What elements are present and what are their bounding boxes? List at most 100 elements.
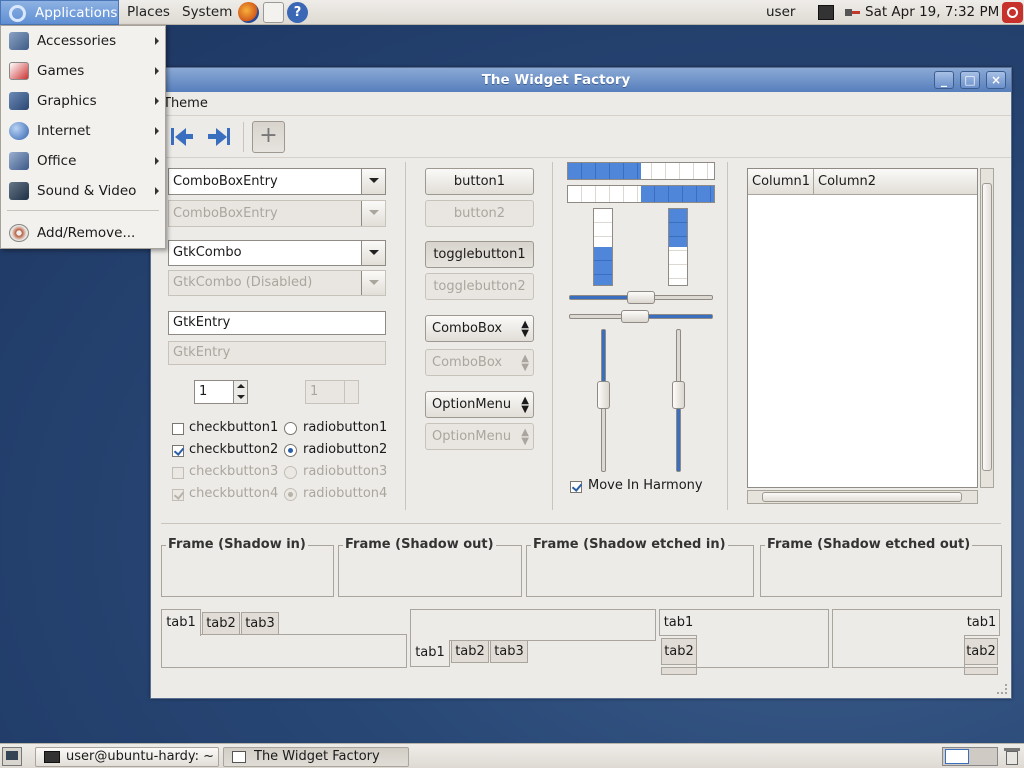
- notebook-bottom-tab1[interactable]: tab1: [410, 640, 450, 667]
- gtk-combo-disabled-text: GtkCombo (Disabled): [173, 275, 313, 290]
- applications-menu[interactable]: Applications: [0, 0, 119, 25]
- menu-item-accessories[interactable]: Accessories: [1, 26, 165, 56]
- gtk-entry[interactable]: GtkEntry: [168, 311, 386, 335]
- spin-button-disabled: 1: [305, 380, 359, 404]
- system-label: System: [182, 4, 233, 20]
- updown-arrows-icon: ▲ ▼: [521, 319, 529, 339]
- progressbar-h2-fill: [641, 186, 714, 202]
- workspace-1[interactable]: [945, 749, 969, 764]
- go-first-icon[interactable]: [169, 126, 195, 148]
- combobox-label: ComboBox: [432, 321, 503, 336]
- mail-icon[interactable]: [263, 2, 284, 23]
- menu-item-internet[interactable]: Internet: [1, 116, 165, 146]
- progressbar-v2: [668, 208, 688, 286]
- show-desktop-icon[interactable]: [2, 747, 22, 766]
- notebook-right-tab2[interactable]: tab2: [964, 638, 998, 665]
- notebook-bottom-tab2[interactable]: tab2: [451, 640, 489, 663]
- vscale-1-slider[interactable]: [597, 380, 610, 409]
- button1[interactable]: button1: [425, 168, 534, 195]
- menu-item-office[interactable]: Office: [1, 146, 165, 176]
- resize-grip-icon[interactable]: [997, 684, 1007, 694]
- task-widget-factory[interactable]: The Widget Factory: [223, 747, 409, 767]
- chevron-right-icon: [155, 157, 159, 165]
- menu-separator: [7, 210, 159, 211]
- places-menu[interactable]: Places: [119, 0, 178, 25]
- chevron-down-icon[interactable]: [361, 241, 385, 265]
- tree-vscrollbar[interactable]: [980, 168, 994, 488]
- maximize-button[interactable]: □: [960, 71, 980, 89]
- workspace-switcher[interactable]: [942, 747, 998, 766]
- frame-shadow-out: Frame (Shadow out): [338, 537, 522, 597]
- notebook-left: [696, 609, 829, 668]
- checkbutton1[interactable]: [172, 423, 184, 435]
- system-menu[interactable]: System: [174, 0, 240, 25]
- notebook-top-tab1[interactable]: tab1: [161, 609, 201, 636]
- optionmenu[interactable]: OptionMenu ▲ ▼: [425, 391, 534, 418]
- network-icon[interactable]: [818, 5, 834, 20]
- notebook-top-tab2[interactable]: tab2: [202, 612, 240, 635]
- togglebutton1[interactable]: togglebutton1: [425, 241, 534, 268]
- hscale-1-slider[interactable]: [627, 291, 655, 304]
- spin-arrows-icon[interactable]: [233, 381, 247, 403]
- progressbar-h1: [567, 162, 715, 180]
- move-in-harmony-checkbox[interactable]: [570, 481, 582, 493]
- notebook-bottom-tab3[interactable]: tab3: [490, 640, 528, 663]
- column-separator: [405, 162, 406, 510]
- gtk-combo[interactable]: GtkCombo: [168, 240, 386, 266]
- window-icon: [232, 751, 246, 763]
- go-last-icon[interactable]: [206, 126, 232, 148]
- spin-arrows-icon: [344, 381, 358, 403]
- chevron-down-icon[interactable]: [361, 169, 385, 194]
- user-label[interactable]: user: [766, 4, 795, 20]
- radiobutton1[interactable]: [284, 422, 297, 435]
- notebook-right-tab1[interactable]: tab1: [964, 609, 1000, 636]
- optionmenu-label: OptionMenu: [432, 397, 512, 412]
- notebook-left-tab3[interactable]: [661, 667, 697, 675]
- task-terminal[interactable]: user@ubuntu-hardy: ~: [35, 747, 219, 767]
- checkbutton3: [172, 467, 184, 479]
- minimize-button[interactable]: _: [934, 71, 954, 89]
- tree-view[interactable]: Column1 Column2: [747, 168, 978, 488]
- menu-item-add-remove[interactable]: Add/Remove...: [1, 218, 165, 248]
- combobox-entry[interactable]: ComboBoxEntry: [168, 168, 386, 195]
- volume-muted-icon[interactable]: [843, 5, 861, 20]
- chevron-down-icon: [361, 271, 385, 295]
- hscale-2-slider[interactable]: [621, 310, 650, 323]
- bottom-panel: user@ubuntu-hardy: ~ The Widget Factory: [0, 743, 1024, 768]
- notebook-right-tab3[interactable]: [964, 667, 998, 675]
- vscale-2-slider[interactable]: [672, 380, 685, 409]
- radiobutton2[interactable]: [284, 444, 297, 457]
- notebook-top-tab3[interactable]: tab3: [241, 612, 279, 635]
- notebook-top: [161, 634, 407, 668]
- clock[interactable]: Sat Apr 19, 7:32 PM: [865, 4, 999, 20]
- spin-button-value: 1: [199, 384, 208, 399]
- notebook-left-tab2[interactable]: tab2: [661, 638, 697, 665]
- menu-item-games[interactable]: Games: [1, 56, 165, 86]
- firefox-icon[interactable]: [238, 2, 259, 23]
- tree-column1-header[interactable]: Column1: [748, 169, 814, 194]
- spin-button[interactable]: 1: [194, 380, 248, 404]
- menu-item-sound-video[interactable]: Sound & Video: [1, 176, 165, 206]
- add-icon[interactable]: +: [252, 121, 285, 153]
- menu-item-graphics[interactable]: Graphics: [1, 86, 165, 116]
- frame-shadow-etched-in-label: Frame (Shadow etched in): [531, 537, 728, 552]
- frame-shadow-out-label: Frame (Shadow out): [343, 537, 496, 552]
- window-titlebar[interactable]: The Widget Factory _ □ ×: [151, 68, 1011, 92]
- theme-menu[interactable]: Theme: [163, 96, 208, 111]
- trash-icon[interactable]: [1004, 747, 1020, 766]
- menubar: Theme: [151, 92, 1011, 116]
- close-button[interactable]: ×: [986, 71, 1006, 89]
- checkbutton3-label: checkbutton3: [189, 464, 279, 479]
- tree-hscrollbar[interactable]: [747, 490, 978, 504]
- combobox[interactable]: ComboBox ▲ ▼: [425, 315, 534, 342]
- applications-dropdown: Accessories Games Graphics Internet Offi…: [0, 25, 166, 249]
- help-icon[interactable]: ?: [287, 2, 308, 23]
- tree-vscrollbar-thumb[interactable]: [982, 183, 992, 471]
- sound-video-icon: [9, 182, 29, 200]
- notebook-left-tab1[interactable]: tab1: [659, 609, 697, 636]
- checkbutton2[interactable]: [172, 445, 184, 457]
- tree-hscrollbar-thumb[interactable]: [762, 492, 962, 502]
- frame-shadow-etched-out-label: Frame (Shadow etched out): [765, 537, 973, 552]
- tree-column2-header[interactable]: Column2: [814, 169, 876, 194]
- power-icon[interactable]: [1002, 2, 1023, 23]
